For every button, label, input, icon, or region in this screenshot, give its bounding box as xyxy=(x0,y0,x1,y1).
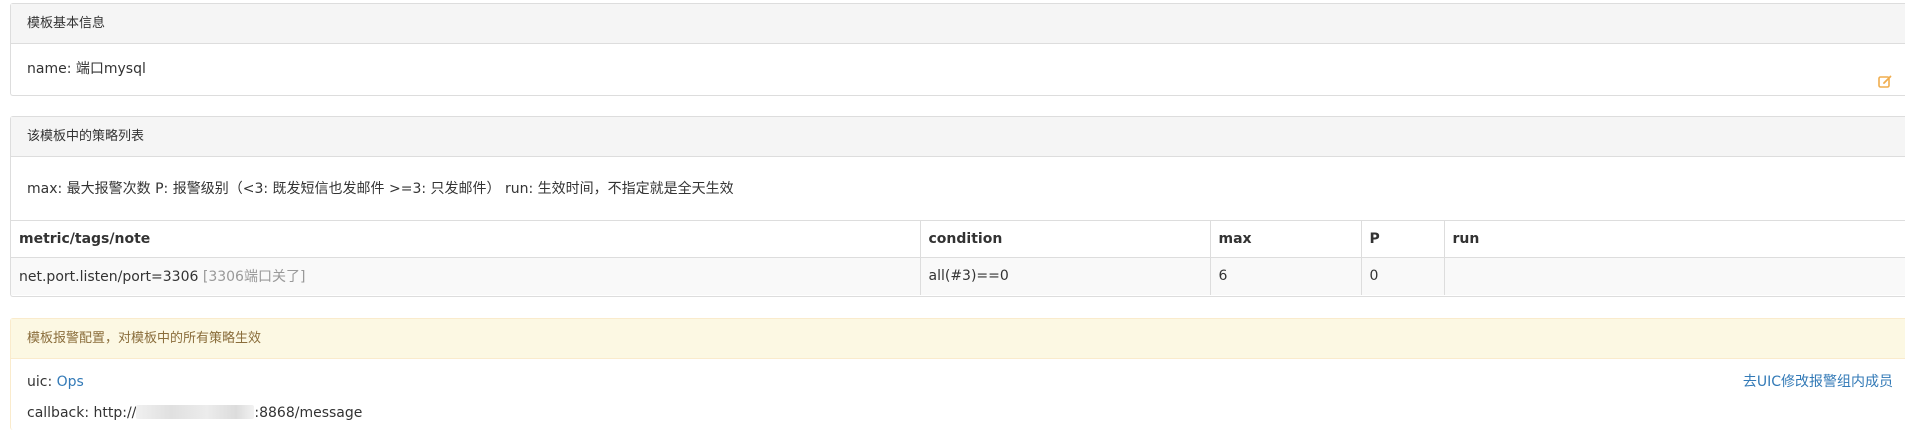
strategy-description: max: 最大报警次数 P: 报警级别（<3: 既发短信也发邮件 >=3: 只发… xyxy=(11,157,1905,221)
max-cell: 6 xyxy=(1210,257,1362,295)
callback-prefix: http:// xyxy=(93,405,137,421)
uic-group-link[interactable]: Ops xyxy=(57,374,84,390)
metric-cell: net.port.listen/port=3306 [3306端口关了] xyxy=(11,257,921,295)
table-header-row: metric/tags/note condition max P run xyxy=(11,221,1905,258)
edit-uic-members-link[interactable]: 去UIC修改报警组内成员 xyxy=(1743,367,1893,398)
column-header-metric: metric/tags/note xyxy=(11,221,921,258)
strategy-list-panel: 该模板中的策略列表 max: 最大报警次数 P: 报警级别（<3: 既发短信也发… xyxy=(10,116,1905,297)
callback-row: callback: http:// :8868/message xyxy=(27,398,1905,429)
column-header-condition: condition xyxy=(920,221,1211,258)
alarm-config-body: uic: Ops callback: http://:8868/message … xyxy=(11,359,1905,429)
alarm-config-panel: 模板报警配置，对模板中的所有策略生效 uic: Ops callback: ht… xyxy=(10,318,1905,430)
column-header-max: max xyxy=(1210,221,1362,258)
metric-value: net.port.listen/port=3306 xyxy=(19,269,199,286)
strategy-table: metric/tags/note condition max P run net… xyxy=(11,221,1905,295)
callback-suffix: :8868/message xyxy=(254,405,363,421)
panel-title: 模板基本信息 xyxy=(11,4,1905,44)
page: 模板基本信息 name: 端口mysql 该模板中的策略列表 max: 最大报警… xyxy=(0,0,1905,430)
column-header-p: P xyxy=(1361,221,1445,258)
redacted-host xyxy=(136,405,255,419)
template-name-value: 端口mysql xyxy=(75,61,146,77)
name-label: name: xyxy=(27,61,72,77)
panel-title: 模板报警配置，对模板中的所有策略生效 xyxy=(11,319,1905,359)
template-name-row: name: 端口mysql xyxy=(11,44,1905,95)
template-basic-info-panel: 模板基本信息 name: 端口mysql xyxy=(10,3,1905,96)
uic-row: uic: Ops xyxy=(27,367,1905,398)
uic-label: uic: xyxy=(27,374,53,390)
column-header-run: run xyxy=(1444,221,1905,258)
p-cell: 0 xyxy=(1361,257,1445,295)
run-cell xyxy=(1444,257,1905,295)
callback-label: callback: xyxy=(27,405,90,421)
edit-icon[interactable] xyxy=(1877,61,1893,88)
panel-title: 该模板中的策略列表 xyxy=(11,117,1905,157)
condition-cell: all(#3)==0 xyxy=(920,257,1211,295)
metric-note: [3306端口关了] xyxy=(202,269,306,286)
table-row: net.port.listen/port=3306 [3306端口关了] all… xyxy=(11,257,1905,295)
